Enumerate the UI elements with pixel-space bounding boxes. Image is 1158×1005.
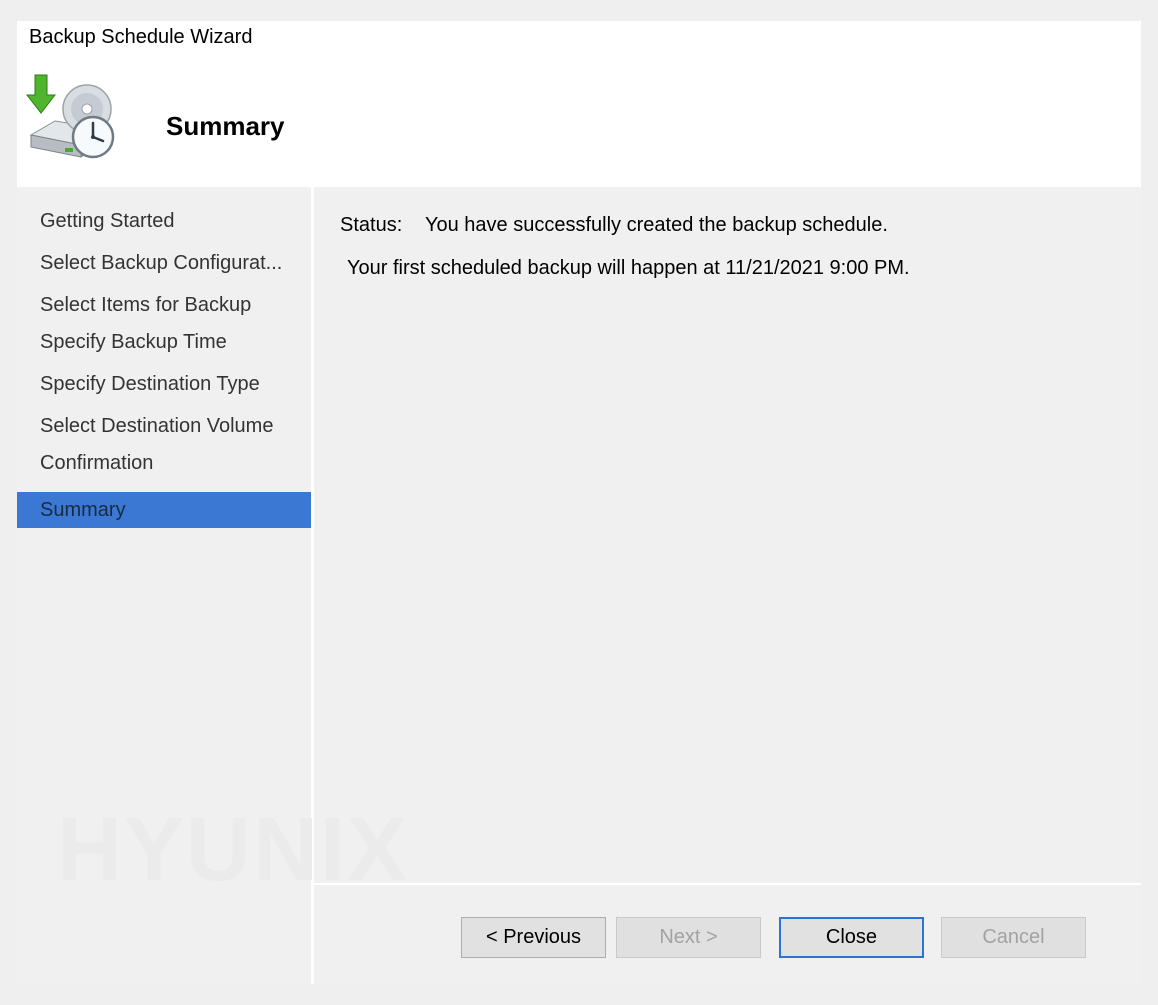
step-select-items-for-backup[interactable]: Select Items for Backup [17,287,311,323]
step-getting-started[interactable]: Getting Started [17,203,311,239]
step-select-destination-volume[interactable]: Select Destination Volume [17,408,311,444]
step-confirmation[interactable]: Confirmation [17,445,311,481]
step-summary[interactable]: Summary [17,492,311,528]
cancel-button[interactable]: Cancel [941,917,1086,958]
summary-content: Status: You have successfully created th… [314,187,1141,885]
step-specify-destination-type[interactable]: Specify Destination Type [17,366,311,402]
scheduled-backup-text: Your first scheduled backup will happen … [347,257,910,279]
backup-schedule-wizard-window: Backup Schedule Wizard Summary Getting S… [17,21,1141,984]
step-select-backup-configuration[interactable]: Select Backup Configurat... [17,245,311,281]
page-title: Summary [166,111,285,141]
wizard-header: Backup Schedule Wizard Summary [17,21,1141,187]
next-button[interactable]: Next > [616,917,761,958]
step-specify-backup-time[interactable]: Specify Backup Time [17,324,311,360]
close-button[interactable]: Close [779,917,924,958]
status-label: Status: [340,214,403,236]
backup-schedule-icon [25,74,115,159]
previous-button[interactable]: < Previous [461,917,606,958]
window-title: Backup Schedule Wizard [29,26,253,48]
status-text: You have successfully created the backup… [425,214,888,236]
button-bar-divider [314,883,1141,885]
